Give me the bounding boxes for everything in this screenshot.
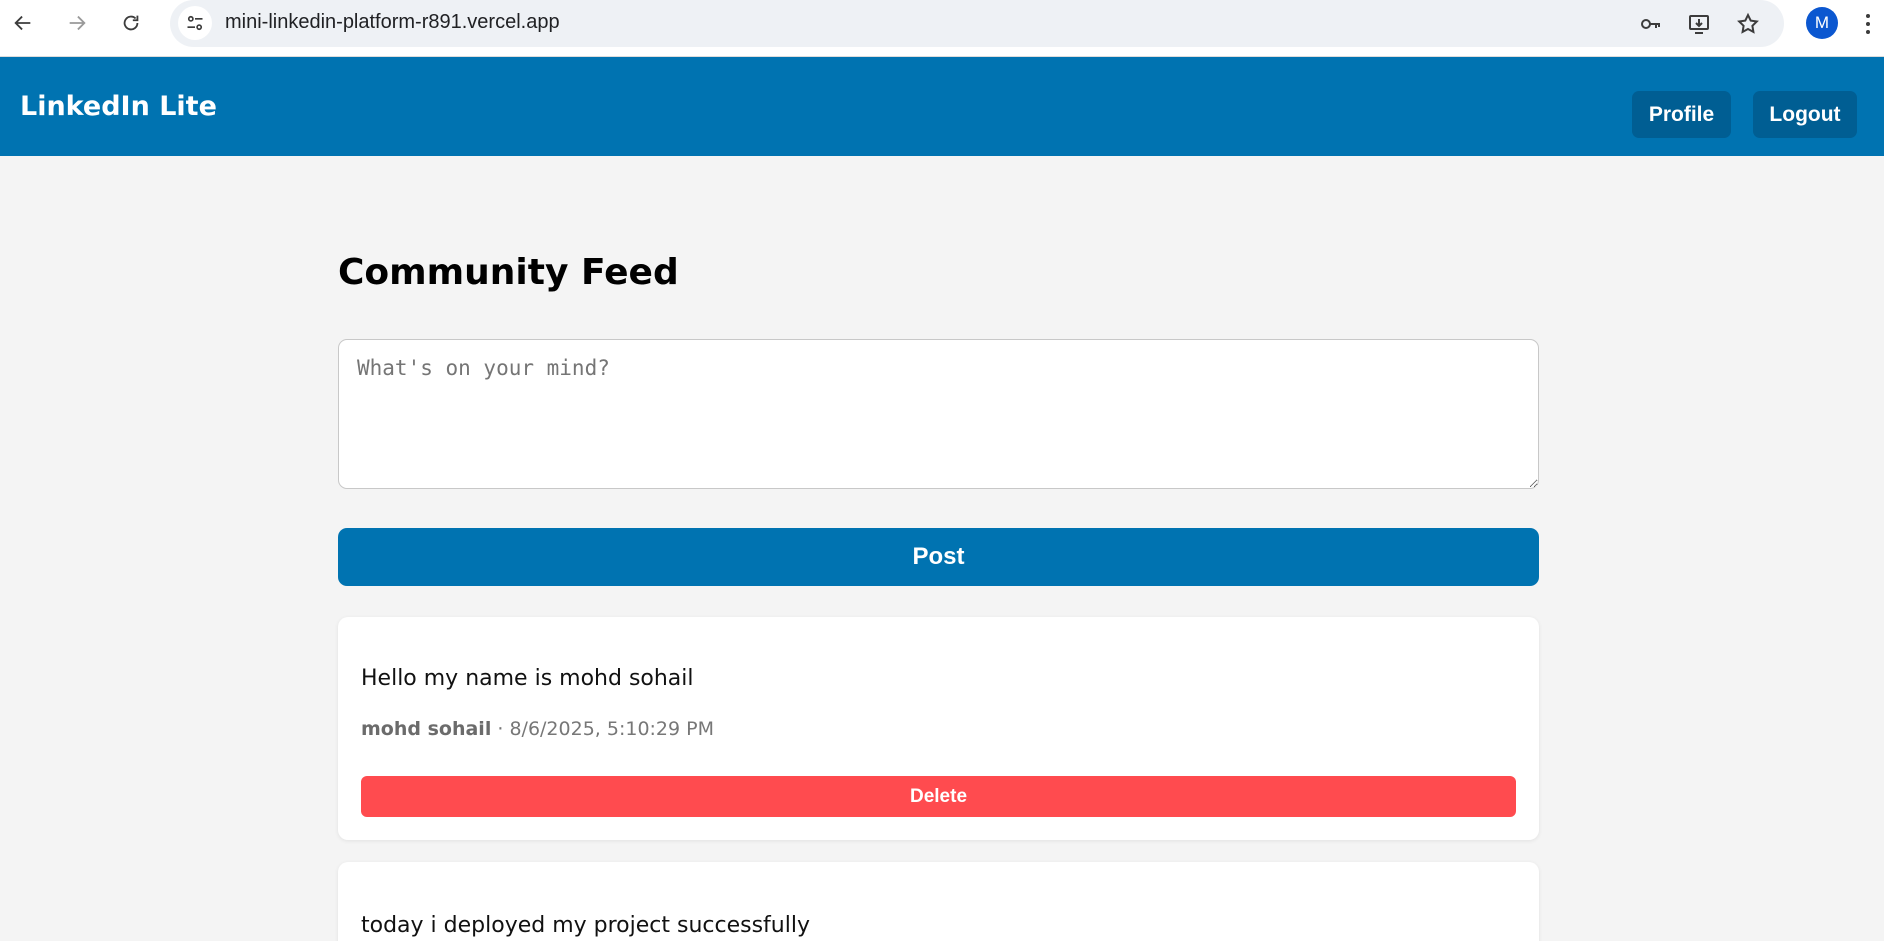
- profile-avatar[interactable]: M: [1806, 7, 1838, 39]
- password-key-icon[interactable]: [1636, 9, 1666, 39]
- profile-button[interactable]: Profile: [1632, 91, 1731, 138]
- site-settings-icon[interactable]: [178, 6, 212, 40]
- more-menu-icon[interactable]: [1858, 9, 1878, 39]
- post-text: today i deployed my project successfully: [361, 913, 810, 938]
- bookmark-star-icon[interactable]: [1733, 9, 1763, 39]
- post-composer-input[interactable]: [338, 339, 1539, 489]
- url-text[interactable]: mini-linkedin-platform-r891.vercel.app: [225, 11, 560, 34]
- back-arrow-icon[interactable]: [6, 6, 40, 40]
- post-author: mohd sohail: [361, 718, 492, 740]
- logout-button[interactable]: Logout: [1753, 91, 1857, 138]
- page-title: Community Feed: [338, 252, 679, 293]
- browser-toolbar: mini-linkedin-platform-r891.vercel.app M: [0, 0, 1884, 57]
- reload-icon[interactable]: [114, 6, 148, 40]
- post-card: Hello my name is mohd sohail mohd sohail…: [338, 617, 1539, 840]
- forward-arrow-icon[interactable]: [60, 6, 94, 40]
- app-header: LinkedIn Lite Profile Logout: [0, 57, 1884, 156]
- brand-logo-text: LinkedIn Lite: [20, 91, 217, 122]
- post-text: Hello my name is mohd sohail: [361, 666, 694, 691]
- install-app-icon[interactable]: [1684, 9, 1714, 39]
- post-button[interactable]: Post: [338, 528, 1539, 586]
- post-timestamp: 8/6/2025, 5:10:29 PM: [509, 718, 714, 740]
- post-meta: mohd sohail · 8/6/2025, 5:10:29 PM: [361, 718, 714, 740]
- meta-separator: ·: [491, 718, 510, 740]
- address-bar[interactable]: mini-linkedin-platform-r891.vercel.app: [170, 0, 1784, 47]
- delete-post-button[interactable]: Delete: [361, 776, 1516, 817]
- post-card: today i deployed my project successfully: [338, 862, 1539, 941]
